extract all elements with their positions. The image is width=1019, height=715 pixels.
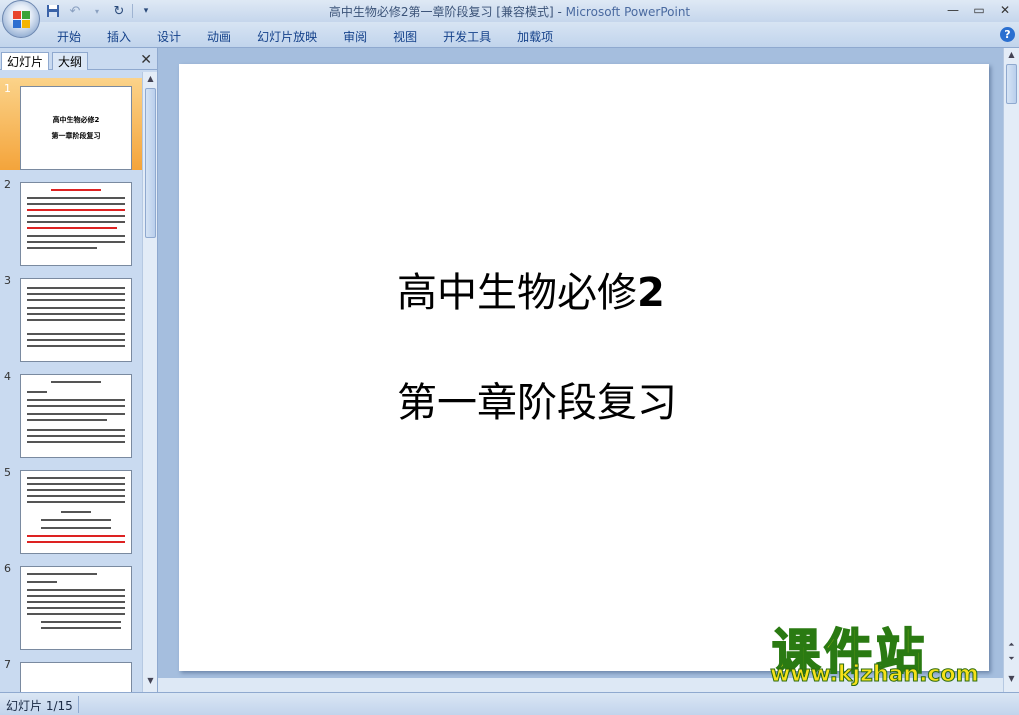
tab-addins[interactable]: 加载项 (508, 26, 562, 47)
tab-animations[interactable]: 动画 (198, 26, 240, 47)
slide-title-number: 2 (637, 270, 665, 316)
thumbnail-image (20, 278, 132, 362)
watermark-url: www.kjzhan.com (770, 662, 980, 688)
slide-number: 7 (4, 658, 11, 671)
thumbnail-image: 高中生物必修2 第一章阶段复习 (20, 86, 132, 170)
tab-review[interactable]: 审阅 (334, 26, 376, 47)
slide-thumbnail-6[interactable]: 6 (0, 558, 142, 650)
slides-pane: 幻灯片 大纲 ✕ 1 高中生物必修2 第一章阶段复习 2 3 4 5 6 7 ▲… (0, 48, 158, 692)
minimize-icon[interactable]: — (945, 2, 961, 18)
thumbnail-title: 高中生物必修2 (52, 116, 100, 124)
scroll-up-icon[interactable]: ▲ (145, 74, 156, 86)
slide-thumbnail-3[interactable]: 3 (0, 270, 142, 362)
app-name: Microsoft PowerPoint (565, 5, 691, 19)
slide-title-text: 高中生物必修 (397, 270, 637, 316)
tab-design[interactable]: 设计 (148, 26, 190, 47)
office-logo-icon (13, 11, 31, 29)
slide-thumbnail-5[interactable]: 5 (0, 462, 142, 554)
ribbon: 开始 插入 设计 动画 幻灯片放映 审阅 视图 开发工具 加载项 ? (0, 22, 1019, 48)
slide-title[interactable]: 高中生物必修2 (397, 260, 665, 318)
vertical-scrollbar[interactable]: ▲ ⏶ ⏷ ▼ (1003, 48, 1019, 692)
thumbnail-image (20, 662, 132, 692)
thumbnail-image (20, 182, 132, 266)
help-icon[interactable]: ? (1000, 27, 1015, 42)
status-separator (78, 696, 79, 713)
slide-thumbnail-2[interactable]: 2 (0, 174, 142, 266)
slide-subtitle[interactable]: 第一章阶段复习 (397, 370, 677, 428)
title-bar: ↶ ▾ ↻ ▾ 高中生物必修2第一章阶段复习 [兼容模式] - Microsof… (0, 0, 1019, 22)
slide-canvas[interactable]: 高中生物必修2 第一章阶段复习 (179, 64, 989, 671)
document-title: 高中生物必修2第一章阶段复习 [兼容模式] (328, 5, 554, 19)
office-button[interactable] (2, 0, 40, 38)
slide-thumbnail-4[interactable]: 4 (0, 366, 142, 458)
slide-thumbnail-7[interactable]: 7 (0, 654, 142, 692)
tab-view[interactable]: 视图 (384, 26, 426, 47)
thumbnail-scrollbar[interactable]: ▲ ▼ (142, 72, 157, 692)
close-pane-icon[interactable]: ✕ (140, 52, 152, 68)
scroll-thumb[interactable] (1006, 64, 1017, 104)
slide-number: 3 (4, 274, 11, 287)
slide-number: 4 (4, 370, 11, 383)
scroll-thumb[interactable] (145, 88, 156, 238)
slide-thumbnails: 1 高中生物必修2 第一章阶段复习 2 3 4 5 6 7 (0, 72, 142, 692)
thumbnail-subtitle: 第一章阶段复习 (51, 132, 101, 140)
next-slide-icon[interactable]: ⏷ (1006, 654, 1017, 666)
slide-number: 5 (4, 466, 11, 479)
tab-home[interactable]: 开始 (48, 26, 90, 47)
slide-number: 6 (4, 562, 11, 575)
maximize-icon[interactable]: ▭ (971, 2, 987, 18)
close-icon[interactable]: ✕ (997, 2, 1013, 18)
tab-developer[interactable]: 开发工具 (434, 26, 500, 47)
slide-thumbnail-1[interactable]: 1 高中生物必修2 第一章阶段复习 (0, 78, 142, 170)
slide-counter: 幻灯片 1/15 (6, 699, 73, 713)
tab-insert[interactable]: 插入 (98, 26, 140, 47)
scroll-up-icon[interactable]: ▲ (1006, 50, 1017, 62)
title-separator: - (553, 5, 566, 19)
scroll-down-icon[interactable]: ▼ (145, 676, 156, 688)
previous-slide-icon[interactable]: ⏶ (1006, 640, 1017, 652)
pane-tabs: 幻灯片 大纲 ✕ (0, 50, 158, 70)
window-controls: — ▭ ✕ (945, 2, 1013, 18)
tab-slideshow[interactable]: 幻灯片放映 (248, 26, 326, 47)
window-title: 高中生物必修2第一章阶段复习 [兼容模式] - Microsoft PowerP… (0, 3, 1019, 20)
tab-outline[interactable]: 大纲 (52, 52, 89, 70)
ribbon-tabs: 开始 插入 设计 动画 幻灯片放映 审阅 视图 开发工具 加载项 (48, 26, 570, 47)
watermark-logo: 课件站 www.kjzhan.com (770, 612, 1000, 692)
slide-editor: 高中生物必修2 第一章阶段复习 (158, 48, 1003, 692)
slide-number: 1 (4, 82, 11, 95)
status-bar: 幻灯片 1/15 (0, 692, 1019, 715)
slide-number: 2 (4, 178, 11, 191)
tab-slides[interactable]: 幻灯片 (1, 52, 50, 70)
thumbnail-image (20, 470, 132, 554)
thumbnail-image (20, 566, 132, 650)
thumbnail-image (20, 374, 132, 458)
scroll-down-icon[interactable]: ▼ (1006, 674, 1017, 686)
